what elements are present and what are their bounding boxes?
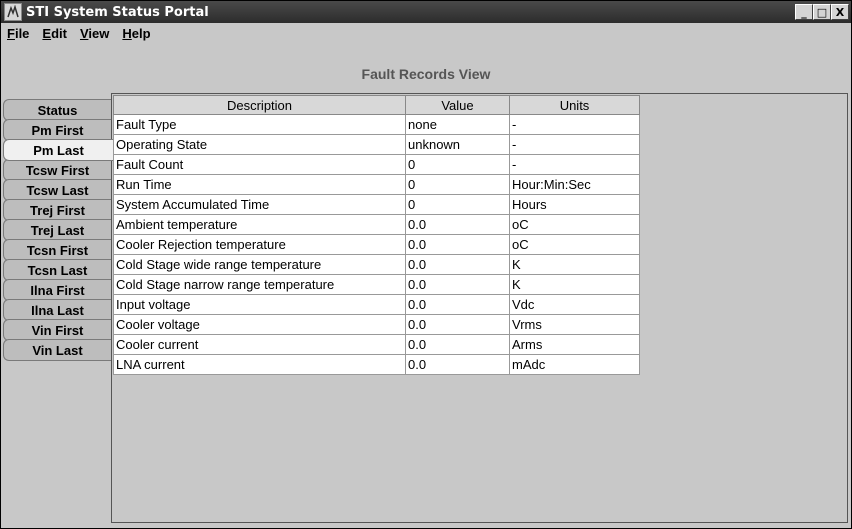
tab-pm-last[interactable]: Pm Last bbox=[3, 139, 113, 161]
tab-status[interactable]: Status bbox=[3, 99, 111, 121]
menu-view[interactable]: View bbox=[74, 26, 116, 41]
cell-units: - bbox=[509, 134, 640, 155]
table-row[interactable]: Cooler Rejection temperature 0.0 oC bbox=[113, 234, 640, 255]
menu-file[interactable]: File bbox=[1, 26, 36, 41]
records-panel: Description Value Units Fault Type none - O… bbox=[111, 93, 848, 523]
cell-value: 0.0 bbox=[405, 294, 510, 315]
tab-ilna-first[interactable]: Ilna First bbox=[3, 279, 111, 301]
cell-units: Hour:Min:Sec bbox=[509, 174, 640, 195]
window-title: STI System Status Portal bbox=[26, 4, 209, 20]
cell-description: Run Time bbox=[113, 174, 406, 195]
title-bar[interactable]: STI System Status Portal _ □ X bbox=[1, 1, 851, 23]
table-row[interactable]: System Accumulated Time 0 Hours bbox=[113, 194, 640, 215]
tab-tcsn-last[interactable]: Tcsn Last bbox=[3, 259, 111, 281]
cell-description: Cooler current bbox=[113, 334, 406, 355]
cell-units: Arms bbox=[509, 334, 640, 355]
table-row[interactable]: Cold Stage narrow range temperature 0.0 K bbox=[113, 274, 640, 295]
tab-tcsw-first[interactable]: Tcsw First bbox=[3, 159, 111, 181]
table-row[interactable]: Fault Type none - bbox=[113, 114, 640, 135]
close-button[interactable]: X bbox=[831, 4, 849, 20]
tab-vin-first[interactable]: Vin First bbox=[3, 319, 111, 341]
column-header-units[interactable]: Units bbox=[509, 95, 640, 115]
cell-units: Vrms bbox=[509, 314, 640, 335]
cell-units: - bbox=[509, 154, 640, 175]
cell-description: Fault Type bbox=[113, 114, 406, 135]
menu-edit[interactable]: Edit bbox=[36, 26, 74, 41]
cell-description: Cooler Rejection temperature bbox=[113, 234, 406, 255]
cell-description: Cooler voltage bbox=[113, 314, 406, 335]
window-controls: _ □ X bbox=[795, 4, 849, 20]
cell-value: 0.0 bbox=[405, 334, 510, 355]
tab-trej-first[interactable]: Trej First bbox=[3, 199, 111, 221]
cell-units: mAdc bbox=[509, 354, 640, 375]
fault-records-table: Description Value Units Fault Type none - O… bbox=[113, 95, 640, 375]
tab-pm-first[interactable]: Pm First bbox=[3, 119, 111, 141]
tab-ilna-last[interactable]: Ilna Last bbox=[3, 299, 111, 321]
app-window: STI System Status Portal _ □ X File Edit… bbox=[0, 0, 852, 529]
cell-units: - bbox=[509, 114, 640, 135]
table-row[interactable]: Fault Count 0- bbox=[113, 154, 640, 175]
column-header-description[interactable]: Description bbox=[113, 95, 406, 115]
cell-description: Cold Stage wide range temperature bbox=[113, 254, 406, 275]
minimize-button[interactable]: _ bbox=[795, 4, 813, 20]
menu-help[interactable]: Help bbox=[116, 26, 157, 41]
cell-description: System Accumulated Time bbox=[113, 194, 406, 215]
cell-value: 0.0 bbox=[405, 234, 510, 255]
cell-description: LNA current bbox=[113, 354, 406, 375]
table-row[interactable]: Input voltage 0.0 Vdc bbox=[113, 294, 640, 315]
cell-value: unknown bbox=[405, 134, 510, 155]
cell-value: 0.0 bbox=[405, 274, 510, 295]
cell-description: Cold Stage narrow range temperature bbox=[113, 274, 406, 295]
cell-value: 0 bbox=[405, 154, 510, 175]
cell-value: 0.0 bbox=[405, 214, 510, 235]
view-title: Fault Records View bbox=[361, 66, 491, 82]
cell-units: K bbox=[509, 254, 640, 275]
cell-value: 0 bbox=[405, 194, 510, 215]
cell-description: Operating State bbox=[113, 134, 406, 155]
cell-value: 0.0 bbox=[405, 354, 510, 375]
column-header-value[interactable]: Value bbox=[405, 95, 510, 115]
cell-value: none bbox=[405, 114, 510, 135]
cell-description: Fault Count bbox=[113, 154, 406, 175]
cell-units: Vdc bbox=[509, 294, 640, 315]
table-row[interactable]: Cold Stage wide range temperature 0.0 K bbox=[113, 254, 640, 275]
cell-value: 0.0 bbox=[405, 254, 510, 275]
cell-description: Input voltage bbox=[113, 294, 406, 315]
tab-trej-last[interactable]: Trej Last bbox=[3, 219, 111, 241]
tab-tcsw-last[interactable]: Tcsw Last bbox=[3, 179, 111, 201]
table-row[interactable]: Run Time 0 Hour:Min:Sec bbox=[113, 174, 640, 195]
cell-description: Ambient temperature bbox=[113, 214, 406, 235]
cell-units: oC bbox=[509, 214, 640, 235]
maximize-button[interactable]: □ bbox=[813, 4, 831, 20]
cell-units: oC bbox=[509, 234, 640, 255]
table-row[interactable]: Cooler current 0.0 Arms bbox=[113, 334, 640, 355]
table-row[interactable]: Ambient temperature 0.0 oC bbox=[113, 214, 640, 235]
table-row[interactable]: LNA current 0.0 mAdc bbox=[113, 354, 640, 375]
table-header-row: Description Value Units bbox=[113, 95, 640, 115]
table-body: Fault Type none - Operating State unknown - Fa… bbox=[113, 114, 640, 375]
cell-value: 0.0 bbox=[405, 314, 510, 335]
table-row[interactable]: Operating State unknown - bbox=[113, 134, 640, 155]
table-row[interactable]: Cooler voltage 0.0 Vrms bbox=[113, 314, 640, 335]
record-tabs: Status Pm First Pm Last Tcsw First Tcsw … bbox=[3, 99, 113, 361]
cell-units: K bbox=[509, 274, 640, 295]
app-logo-icon[interactable] bbox=[4, 3, 22, 21]
cell-value: 0 bbox=[405, 174, 510, 195]
cell-units: Hours bbox=[509, 194, 640, 215]
tab-vin-last[interactable]: Vin Last bbox=[3, 339, 111, 361]
tab-tcsn-first[interactable]: Tcsn First bbox=[3, 239, 111, 261]
menu-bar: File Edit View Help bbox=[1, 23, 851, 43]
